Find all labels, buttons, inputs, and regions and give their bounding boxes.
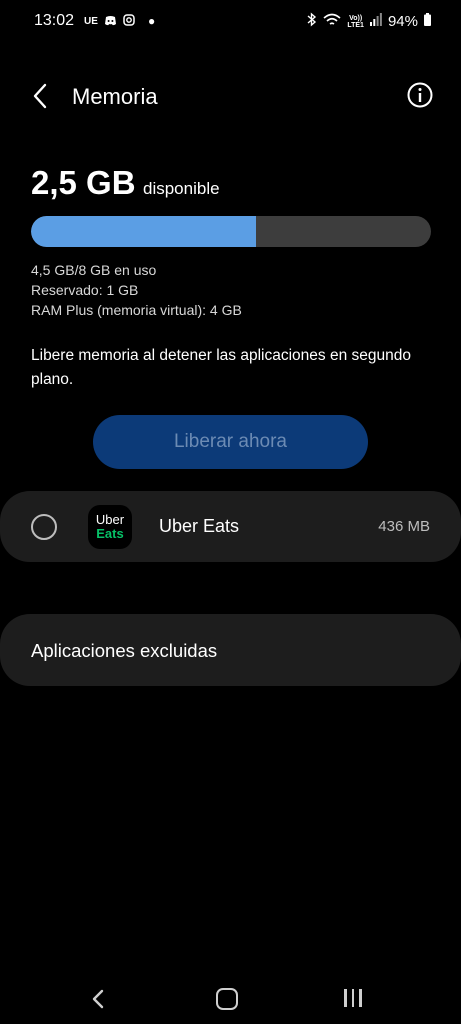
excluded-apps-item[interactable]: Aplicaciones excluidas [0,614,461,686]
recents-bar-icon [344,989,347,1007]
available-memory-value: 2,5 GB [31,164,136,201]
battery-percent: 94% [387,13,418,30]
app-list-item[interactable]: Uber Eats Uber Eats 436 MB [0,491,461,562]
signal-icon [369,13,382,30]
memory-details: 4,5 GB/8 GB en uso Reservado: 1 GB RAM P… [31,260,242,320]
status-time: 13:02 [34,12,75,29]
lte-label: LTE1 [347,21,364,29]
more-notifications-dot-icon: ● [148,14,156,28]
memory-in-use: 4,5 GB/8 GB en uso [31,262,157,278]
bluetooth-icon [307,12,317,31]
memory-usage-fill [31,216,256,247]
navigation-bar [0,975,461,1024]
free-memory-hint: Libere memoria al detener las aplicacion… [31,347,411,388]
app-bar: Memoria [0,70,461,126]
instagram-icon [123,14,135,29]
info-button[interactable] [405,80,435,110]
memory-reserved: Reservado: 1 GB [31,282,139,298]
discord-icon [104,15,117,29]
system-icons: Vo)) LTE1 94% [307,12,431,31]
battery-icon [424,13,431,30]
nav-recents-button[interactable] [344,989,362,1007]
app-icon-text-uber: Uber [95,512,125,527]
info-icon [407,82,433,108]
ue-icon: UE [84,16,98,27]
recents-bar-icon [359,989,362,1007]
app-memory-size: 436 MB [378,518,430,535]
ram-plus-info: RAM Plus (memoria virtual): 4 GB [31,302,242,318]
app-icon-text-eats: Eats [96,526,124,541]
notification-icons: UE [84,14,135,29]
status-bar: 13:02 UE ● Vo)) LTE1 94% [0,0,461,44]
app-select-radio[interactable] [31,514,57,540]
recents-bar-icon [351,989,354,1007]
app-name: Uber Eats [159,516,240,536]
nav-home-button[interactable] [216,988,238,1010]
nav-back-icon [92,989,104,1009]
back-arrow-icon [33,83,47,109]
back-button[interactable] [22,78,58,114]
page-title: Memoria [72,84,158,109]
volte-label: Vo)) [349,14,363,22]
free-now-button[interactable]: Liberar ahora [93,415,368,469]
available-memory-label: disponible [143,179,220,198]
nav-back-button[interactable] [84,985,112,1013]
wifi-icon [323,13,341,31]
memory-usage-bar [31,216,431,247]
volte-icon: Vo)) LTE1 [347,15,364,29]
excluded-apps-label: Aplicaciones excluidas [31,640,218,661]
uber-eats-app-icon: Uber Eats [88,505,132,549]
